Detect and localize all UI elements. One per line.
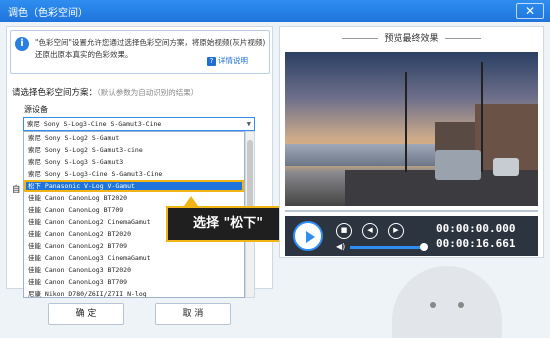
video-lamp-pole bbox=[405, 72, 407, 172]
ok-button[interactable]: 确 定 bbox=[48, 303, 124, 325]
auto-label: 自 bbox=[12, 185, 21, 195]
mascot-eye bbox=[458, 302, 464, 308]
device-label: 源设备 bbox=[24, 105, 48, 114]
dropdown-item[interactable]: 索尼 Sony S-Log3 S-Gamut3 bbox=[24, 156, 244, 168]
preview-title: 预览最终效果 bbox=[279, 31, 544, 44]
select-value: 索尼 Sony S-Log3-Cine S-Gamut3-Cine bbox=[27, 120, 162, 128]
scheme-hint: （默认参数为自动识别的结果） bbox=[97, 88, 199, 97]
chevron-down-icon[interactable]: ▼ bbox=[247, 118, 251, 130]
dropdown-item[interactable]: 尼康 Nikon D780/Z6II/Z7II N-log bbox=[24, 288, 244, 297]
volume-knob[interactable] bbox=[420, 243, 428, 251]
scheme-label: 请选择色彩空间方案：（默认参数为自动识别的结果） bbox=[12, 86, 198, 98]
dropdown-item[interactable]: 索尼 Sony S-Log3-Cine S-Gamut3-Cine bbox=[24, 168, 244, 180]
dropdown-item[interactable]: 佳能 Canon CanonLog BT2020 bbox=[24, 192, 244, 204]
video-sea bbox=[285, 144, 435, 166]
dropdown-item[interactable]: 索尼 Sony S-Log2 S-Gamut3-cine bbox=[24, 144, 244, 156]
info-box: i "色彩空间"设置允许您通过选择色彩空间方案，将原始视频(灰片视频)还原出原本… bbox=[10, 30, 270, 74]
callout-tooltip: 选择 "松下" bbox=[166, 206, 290, 242]
play-icon bbox=[306, 231, 315, 243]
volume-slider[interactable] bbox=[350, 246, 422, 249]
title-bar: 调色（色彩空间） ✕ bbox=[0, 0, 550, 22]
video-lamp-pole bbox=[481, 62, 483, 172]
video-car bbox=[435, 150, 481, 180]
prev-frame-button[interactable]: ◀ bbox=[362, 223, 378, 239]
play-button[interactable] bbox=[293, 221, 323, 251]
dropdown-item[interactable]: 佳能 Canon CanonLog3 CinemaGamut bbox=[24, 252, 244, 264]
callout-arrow bbox=[184, 196, 198, 206]
dropdown-item[interactable]: 佳能 Canon CanonLog3 BT709 bbox=[24, 276, 244, 288]
help-icon: ? bbox=[207, 57, 216, 66]
next-frame-button[interactable]: ▶ bbox=[388, 223, 404, 239]
help-link[interactable]: ? 详情说明 bbox=[207, 55, 248, 66]
close-icon[interactable]: ✕ bbox=[516, 3, 544, 19]
info-icon: i bbox=[15, 37, 29, 51]
video-progress[interactable] bbox=[285, 210, 538, 212]
help-label: 详情说明 bbox=[218, 56, 248, 65]
video-preview[interactable] bbox=[285, 52, 538, 206]
total-time: 00:00:16.661 bbox=[436, 237, 516, 250]
dropdown-item[interactable]: 索尼 Sony S-Log2 S-Gamut bbox=[24, 132, 244, 144]
current-time: 00:00:00.000 bbox=[436, 222, 516, 235]
stop-button[interactable]: ■ bbox=[336, 223, 352, 239]
video-car bbox=[493, 158, 519, 176]
dropdown-item[interactable]: 佳能 Canon CanonLog3 BT2020 bbox=[24, 264, 244, 276]
dropdown-item[interactable]: 松下 Panasonic V-Log V-Gamut bbox=[24, 180, 244, 192]
color-space-select[interactable]: 索尼 Sony S-Log3-Cine S-Gamut3-Cine ▼ bbox=[23, 117, 255, 131]
scheme-label-text: 请选择色彩空间方案： bbox=[12, 88, 98, 98]
window-title: 调色（色彩空间） bbox=[8, 8, 88, 19]
mascot-eye bbox=[430, 302, 436, 308]
cancel-button[interactable]: 取 消 bbox=[155, 303, 231, 325]
scrollbar-thumb[interactable] bbox=[247, 140, 253, 210]
volume-icon[interactable]: ◀) bbox=[336, 242, 345, 251]
